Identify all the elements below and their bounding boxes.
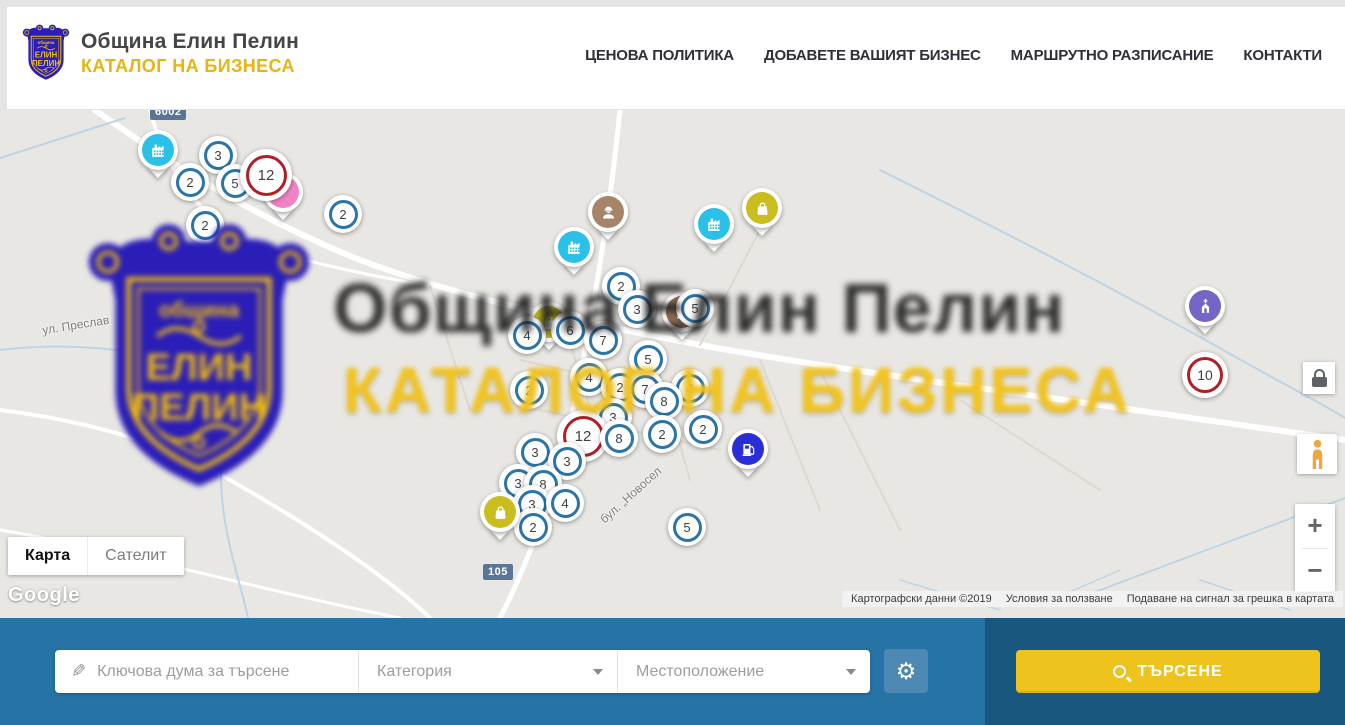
chevron-down-icon [846,669,856,675]
advanced-settings-button[interactable]: ⚙ [884,649,928,693]
pin-layer-over [0,110,1345,618]
zoom-in-button[interactable]: + [1295,504,1335,548]
bag-icon [753,199,772,218]
map-canvas[interactable]: 6002105 ул. Преславбул. „Новоселци" 3251… [0,110,1345,618]
map-pin-church[interactable] [1185,286,1225,331]
map-pin-bag[interactable] [480,492,520,537]
pegman-icon [1309,439,1326,470]
location-select[interactable]: Местоположение [617,650,870,693]
nav-item-3[interactable]: КОНТАКТИ [1243,47,1322,64]
chevron-down-icon [593,669,603,675]
factory-icon [705,215,724,234]
bag-icon [491,503,510,522]
map-type-control: КартаСателит [8,537,184,575]
keyword-input[interactable] [97,663,344,681]
map-pin-factory[interactable] [138,130,178,175]
factory-icon [149,141,168,160]
nav-item-0[interactable]: ЦЕНОВА ПОЛИТИКА [585,47,734,64]
attribution-item-2[interactable]: Подаване на сигнал за грешка в картата [1122,593,1339,605]
category-select[interactable]: Категория [358,650,617,693]
worker-icon [599,203,618,222]
map-pin-worker[interactable] [588,192,628,237]
map-type-satellite[interactable]: Сателит [87,537,183,575]
svg-text:ПЕЛИН: ПЕЛИН [32,59,60,68]
gear-icon: ⚙ [896,658,917,685]
zoom-control: + − [1295,504,1335,592]
attribution-item-0: Картографски данни ©2019 [846,593,997,605]
lock-icon [1314,369,1325,377]
search-filters: ✎ Категория Местоположение [55,650,870,693]
keyword-field[interactable]: ✎ [55,650,358,693]
main-nav: ЦЕНОВА ПОЛИТИКА ДОБАВЕТЕ ВАШИЯТ БИЗНЕС МАР… [585,0,1322,110]
map-pin-factory[interactable] [694,204,734,249]
map-pin-factory[interactable] [554,227,594,272]
gas-icon [739,440,758,459]
search-icon [1113,665,1126,678]
site-header: община ЕЛИН ПЕЛИН Община Елин Пелин КАТА… [0,0,1345,110]
map-pin-gas[interactable] [728,429,768,474]
svg-text:община: община [38,40,55,45]
google-logo[interactable]: Google [8,584,80,607]
nav-item-2[interactable]: МАРШРУТНО РАЗПИСАНИЕ [1011,47,1214,64]
pencil-icon: ✎ [71,661,86,682]
municipality-crest-logo: община ЕЛИН ПЕЛИН [22,22,70,84]
window-chrome-left [0,0,7,110]
location-select-value: Местоположение [636,663,846,681]
zoom-out-button[interactable]: − [1295,549,1335,593]
site-subtitle: КАТАЛОГ НА БИЗНЕСА [81,56,299,77]
search-bar: ✎ Категория Местоположение ⚙ ТЪРСЕНЕ [0,618,1345,725]
street-view-pegman-button[interactable] [1297,434,1337,474]
nav-item-1[interactable]: ДОБАВЕТЕ ВАШИЯТ БИЗНЕС [764,47,981,64]
attribution-item-1[interactable]: Условия за ползване [1001,593,1118,605]
brand[interactable]: община ЕЛИН ПЕЛИН Община Елин Пелин КАТА… [22,22,299,84]
svg-text:ЕЛИН: ЕЛИН [35,50,58,59]
map-type-map[interactable]: Карта [8,537,87,575]
factory-icon [565,238,584,257]
category-select-value: Категория [377,663,593,681]
map-attribution: Картографски данни ©2019 Условия за ползв… [842,591,1343,607]
map-pin-bag[interactable] [742,188,782,233]
site-title: Община Елин Пелин [81,30,299,54]
church-icon [1196,297,1215,316]
search-button[interactable]: ТЪРСЕНЕ [1016,650,1320,693]
lock-button[interactable] [1303,362,1335,394]
